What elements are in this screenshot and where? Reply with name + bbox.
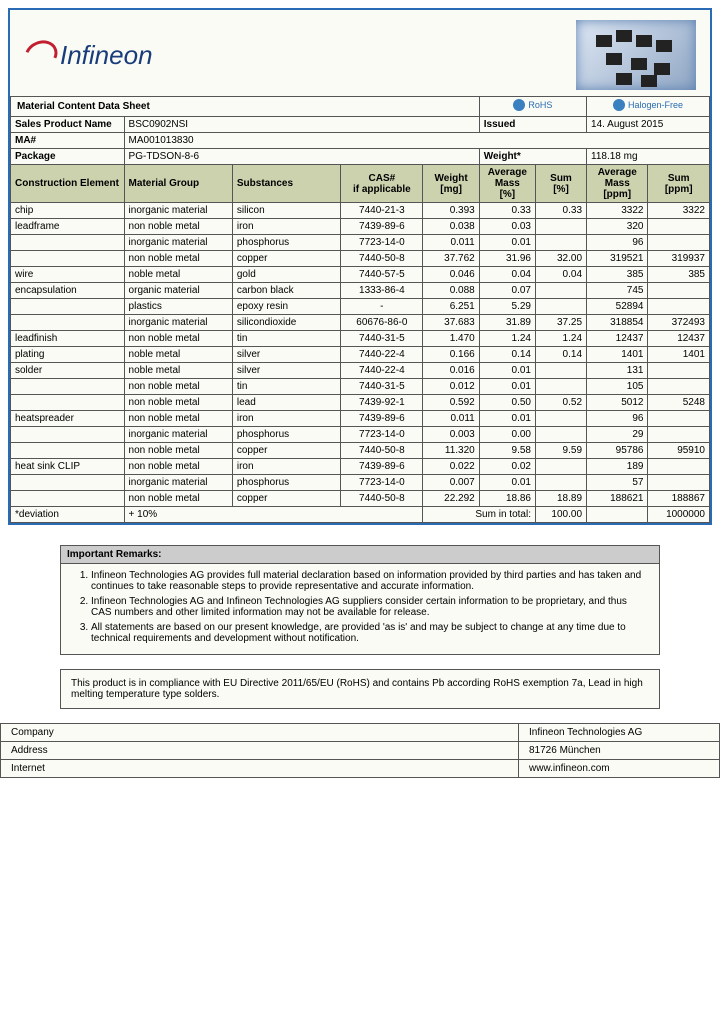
logo-text: Infineon [60,40,153,71]
table-row: encapsulationorganic materialcarbon blac… [11,283,710,299]
remarks-list: Infineon Technologies AG provides full m… [71,570,649,644]
datasheet-page: Infineon Material Content Data Sheet RoH… [8,8,712,525]
table-row: leadfinishnon noble metaltin7440-31-51.4… [11,331,710,347]
header: Infineon [10,10,710,96]
remarks-item: Infineon Technologies AG and Infineon Te… [91,596,649,618]
table-row: chipinorganic materialsilicon7440-21-30.… [11,203,710,219]
weight-label: Weight* [479,149,586,165]
total-row: *deviation + 10% Sum in total: 100.00 10… [11,507,710,523]
issued-label: Issued [479,117,586,133]
infineon-logo: Infineon [24,40,153,71]
table-row: inorganic materialphosphorus7723-14-00.0… [11,235,710,251]
compliance-box: This product is in compliance with EU Di… [60,669,660,709]
weight-value: 118.18 mg [587,149,710,165]
ma-value: MA001013830 [124,133,709,149]
issued-value: 14. August 2015 [587,117,710,133]
company-box: CompanyInfineon Technologies AG Address8… [0,723,720,778]
table-row: inorganic materialphosphorus7723-14-00.0… [11,475,710,491]
remarks-title: Important Remarks: [61,546,659,564]
halogenfree-badge: Halogen-Free [613,99,683,111]
table-row: plasticsepoxy resin-6.2515.2952894 [11,299,710,315]
table-row: non noble metalcopper7440-50-822.29218.8… [11,491,710,507]
sales-label: Sales Product Name [11,117,125,133]
logo-swirl-icon [20,35,63,75]
sales-value: BSC0902NSI [124,117,479,133]
package-label: Package [11,149,125,165]
table-row: wirenoble metalgold7440-57-50.0460.040.0… [11,267,710,283]
halogenfree-icon [613,99,625,111]
column-headers: Construction Element Material Group Subs… [11,165,710,203]
remarks-item: Infineon Technologies AG provides full m… [91,570,649,592]
table-row: inorganic materialsilicondioxide60676-86… [11,315,710,331]
remarks-item: All statements are based on our present … [91,622,649,644]
package-value: PG-TDSON-8-6 [124,149,479,165]
table-row: platingnoble metalsilver7440-22-40.1660.… [11,347,710,363]
table-row: inorganic materialphosphorus7723-14-00.0… [11,427,710,443]
table-row: non noble metalcopper7440-50-811.3209.58… [11,443,710,459]
main-table: Material Content Data Sheet RoHS Halogen… [10,96,710,523]
table-row: soldernoble metalsilver7440-22-40.0160.0… [11,363,710,379]
ma-label: MA# [11,133,125,149]
rohs-badge: RoHS [513,99,552,111]
table-row: non noble metaltin7440-31-50.0120.01105 [11,379,710,395]
chips-photo [576,20,696,90]
rohs-icon [513,99,525,111]
table-row: heat sink CLIPnon noble metaliron7439-89… [11,459,710,475]
table-row: heatspreadernon noble metaliron7439-89-6… [11,411,710,427]
table-row: non noble metalcopper7440-50-837.76231.9… [11,251,710,267]
remarks-box: Important Remarks: Infineon Technologies… [60,545,660,655]
doc-title: Material Content Data Sheet [11,97,480,117]
table-row: non noble metallead7439-92-10.5920.500.5… [11,395,710,411]
table-row: leadframenon noble metaliron7439-89-60.0… [11,219,710,235]
